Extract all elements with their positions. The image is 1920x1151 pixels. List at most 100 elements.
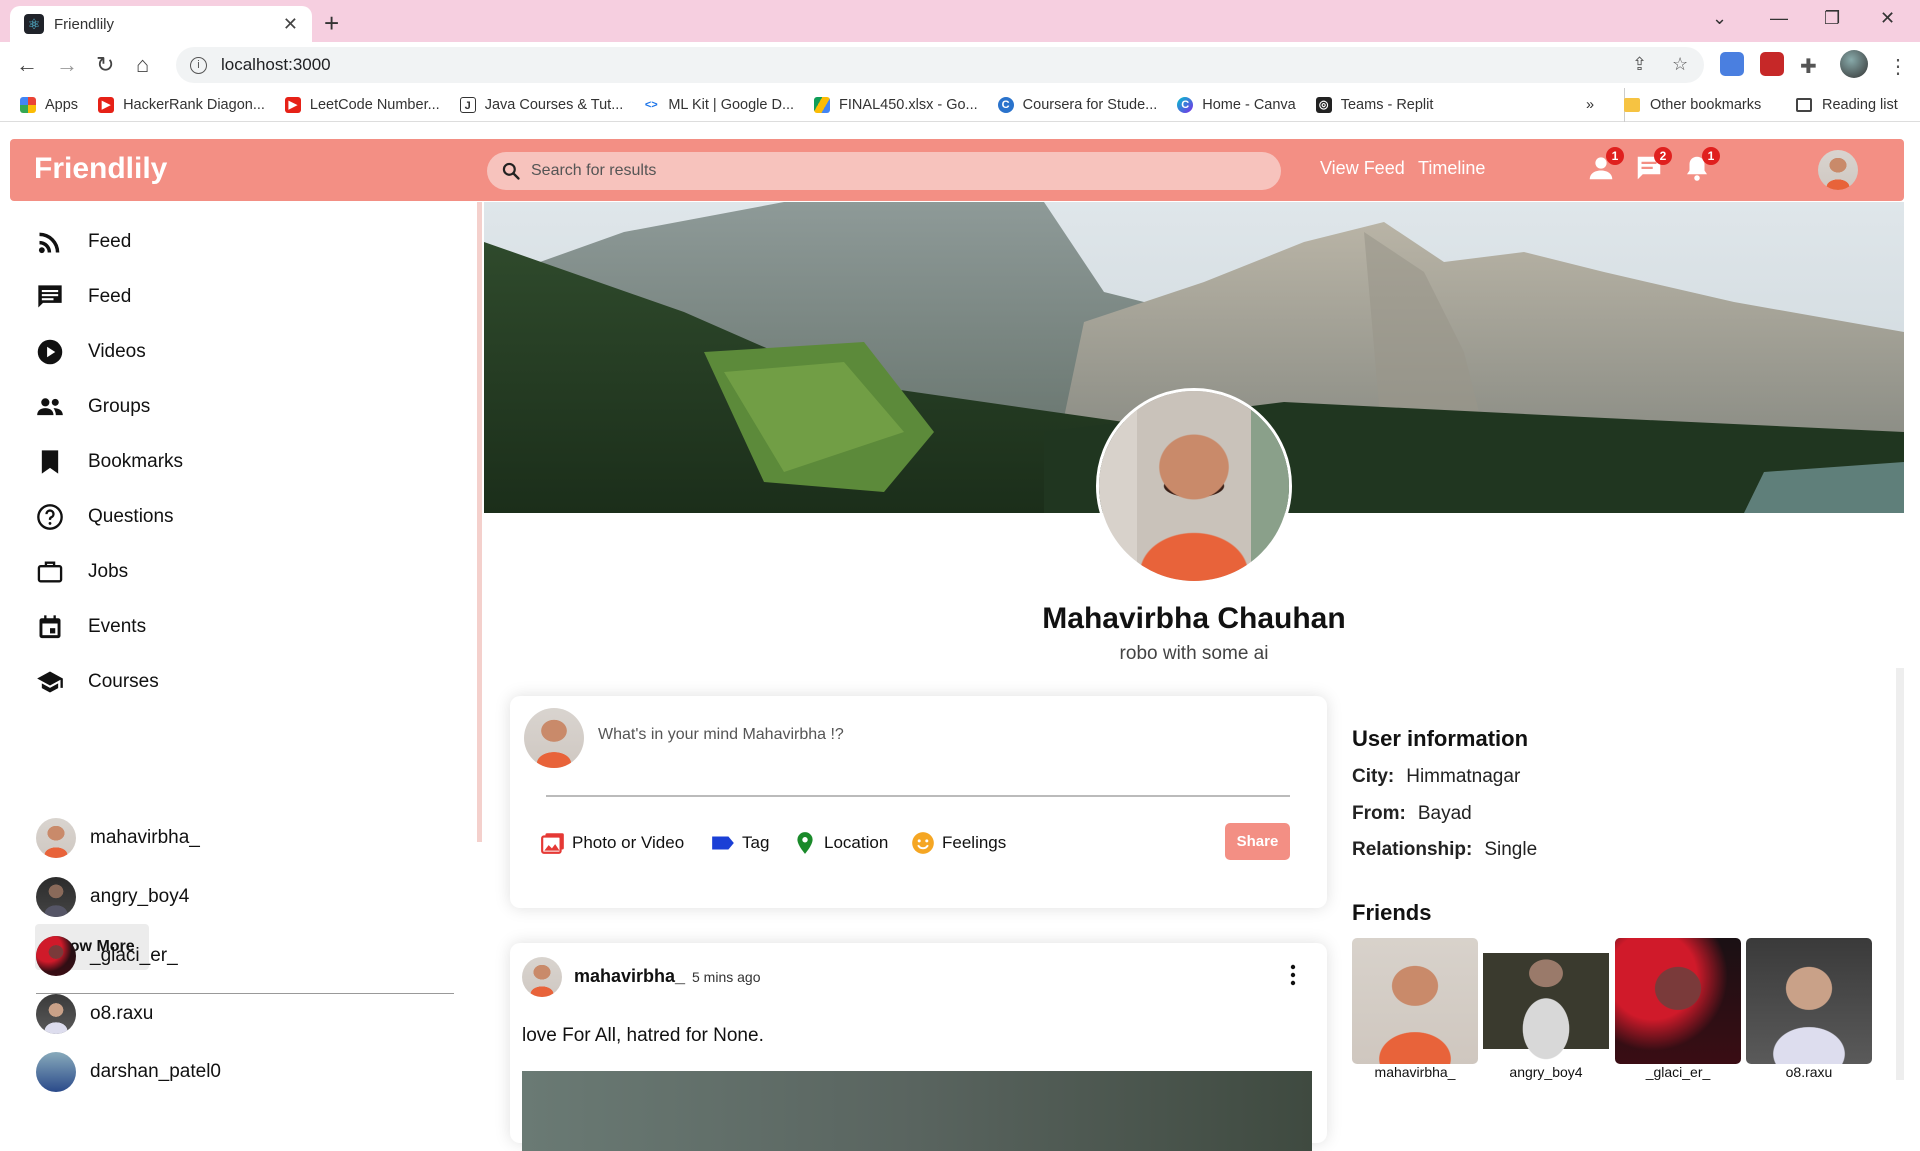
sidebar-scrollbar[interactable] <box>477 202 482 842</box>
sidebar-item-jobs[interactable]: Jobs <box>36 558 128 586</box>
friend-card[interactable] <box>1352 938 1478 1064</box>
translate-extension-icon[interactable] <box>1720 52 1744 76</box>
app-logo[interactable]: Friendlily <box>34 152 167 186</box>
sidebar-item-questions[interactable]: Questions <box>36 503 174 531</box>
more-options-icon[interactable] <box>1290 963 1296 987</box>
friend-card[interactable] <box>1483 938 1609 1064</box>
notifications-button[interactable]: 1 <box>1682 147 1720 183</box>
bookmark-canva[interactable]: C Home - Canva <box>1177 96 1296 113</box>
reload-icon[interactable]: ↻ <box>96 52 114 78</box>
reading-list[interactable]: Reading list <box>1796 88 1898 122</box>
friend-card-name[interactable]: _glaci_er_ <box>1615 1064 1741 1080</box>
search-input[interactable] <box>531 162 1251 180</box>
browser-profile-avatar[interactable] <box>1840 50 1868 78</box>
share-button[interactable]: Share <box>1225 823 1290 860</box>
composer-input[interactable] <box>598 726 1298 744</box>
messages-button[interactable]: 2 <box>1634 147 1672 183</box>
bookmark-drive[interactable]: FINAL450.xlsx - Go... <box>814 96 978 113</box>
address-bar[interactable]: i localhost:3000 <box>176 47 1704 83</box>
sidebar-item-feed[interactable]: Feed <box>36 228 131 256</box>
site-info-icon[interactable]: i <box>190 56 207 74</box>
friend-card-name[interactable]: angry_boy4 <box>1483 1064 1609 1080</box>
home-icon[interactable]: ⌂ <box>136 52 149 78</box>
restore-icon[interactable]: ❐ <box>1824 8 1840 29</box>
post-image[interactable] <box>522 1071 1312 1151</box>
timeline-link[interactable]: Timeline <box>1418 158 1485 179</box>
friend-card[interactable] <box>1746 938 1872 1064</box>
avatar <box>36 994 76 1034</box>
coursera-icon: C <box>997 96 1014 113</box>
sidebar-item-courses[interactable]: Courses <box>36 668 159 696</box>
avatar <box>36 818 76 858</box>
sidebar-item-videos[interactable]: Videos <box>36 338 146 366</box>
friend-requests-badge: 1 <box>1606 147 1624 165</box>
sidebar-item-events[interactable]: Events <box>36 613 146 641</box>
bookmark-label: ML Kit | Google D... <box>668 96 795 113</box>
header-avatar[interactable] <box>1818 150 1858 190</box>
location-option[interactable]: Location <box>792 830 888 856</box>
bookmark-star-icon[interactable]: ☆ <box>1672 54 1688 75</box>
friend-card-name[interactable]: o8.raxu <box>1746 1064 1872 1080</box>
extension-icon[interactable] <box>1760 52 1784 76</box>
close-tab-icon[interactable]: ✕ <box>283 14 298 35</box>
friend-card-name[interactable]: mahavirbha_ <box>1352 1064 1478 1080</box>
post-avatar[interactable] <box>522 957 562 997</box>
sidebar: Feed Feed Videos Groups Bookmarks Questi… <box>0 202 482 1092</box>
sidebar-friend[interactable]: angry_boy4 <box>36 877 189 917</box>
photo-or-video-option[interactable]: Photo or Video <box>540 830 684 856</box>
sidebar-friend[interactable]: mahavirbha_ <box>36 818 200 858</box>
briefcase-icon <box>37 561 63 583</box>
feelings-option[interactable]: Feelings <box>910 830 1006 856</box>
bookmark-label: Apps <box>45 96 79 113</box>
folder-icon <box>1624 98 1640 112</box>
back-icon[interactable]: ← <box>16 52 38 78</box>
sidebar-friend[interactable]: darshan_patel0 <box>36 1052 221 1092</box>
friend-requests-button[interactable]: 1 <box>1586 147 1624 183</box>
avatar <box>36 877 76 917</box>
option-label: Tag <box>742 833 770 852</box>
post-username[interactable]: mahavirbha_ <box>574 966 685 987</box>
minimize-icon[interactable]: — <box>1770 8 1788 29</box>
share-page-icon[interactable]: ⇪ <box>1632 54 1647 75</box>
reading-list-icon <box>1796 98 1812 112</box>
bookmark-java[interactable]: J Java Courses & Tut... <box>459 96 623 113</box>
info-row-relationship: Relationship: Single <box>1352 839 1537 861</box>
view-feed-link[interactable]: View Feed <box>1320 158 1405 179</box>
bookmark-mlkit[interactable]: <> ML Kit | Google D... <box>643 96 795 113</box>
sidebar-friend[interactable]: o8.raxu <box>36 994 153 1034</box>
profile-picture[interactable] <box>1096 388 1292 584</box>
extensions-puzzle-icon[interactable]: ✚ <box>1800 54 1817 79</box>
friend-card[interactable] <box>1615 938 1741 1064</box>
location-pin-icon <box>797 832 813 854</box>
sidebar-friend[interactable]: _glaci_er_ <box>36 936 178 976</box>
bookmark-hackerrank[interactable]: ▶ HackerRank Diagon... <box>98 96 265 113</box>
sidebar-item-bookmarks[interactable]: Bookmarks <box>36 448 183 476</box>
main-scrollbar[interactable] <box>1896 668 1904 1080</box>
search-bar[interactable] <box>487 152 1281 190</box>
sidebar-item-groups[interactable]: Groups <box>36 393 150 421</box>
tab-search-icon[interactable]: ⌄ <box>1712 8 1727 29</box>
bookmark-coursera[interactable]: C Coursera for Stude... <box>997 96 1157 113</box>
tag-option[interactable]: Tag <box>710 830 769 856</box>
browser-tab-strip: ⚛ Friendlily ✕ + ⌄ — ❐ ✕ <box>0 0 1920 42</box>
play-circle-icon <box>37 339 63 365</box>
sidebar-item-chats[interactable]: Feed <box>36 283 131 311</box>
info-key: Relationship: <box>1352 839 1473 860</box>
info-value: Single <box>1484 839 1538 860</box>
sidebar-item-label: Events <box>88 616 147 637</box>
bookmark-apps[interactable]: Apps <box>20 96 79 113</box>
group-icon <box>37 398 63 416</box>
sidebar-item-label: Groups <box>88 396 151 417</box>
bookmark-label: Teams - Replit <box>1340 96 1434 113</box>
new-tab-icon[interactable]: + <box>324 8 339 39</box>
forward-icon[interactable]: → <box>56 52 78 78</box>
info-value: Bayad <box>1417 803 1472 824</box>
smiley-icon <box>912 832 934 854</box>
window-close-icon[interactable]: ✕ <box>1880 8 1895 29</box>
browser-tab[interactable]: ⚛ Friendlily ✕ <box>10 6 312 42</box>
bookmark-replit[interactable]: ◎ Teams - Replit <box>1315 96 1434 113</box>
other-bookmarks[interactable]: Other bookmarks <box>1624 88 1761 122</box>
more-bookmarks-icon[interactable]: » <box>1586 88 1594 122</box>
browser-menu-icon[interactable]: ⋮ <box>1888 54 1908 79</box>
bookmark-leetcode[interactable]: ▶ LeetCode Number... <box>284 96 440 113</box>
